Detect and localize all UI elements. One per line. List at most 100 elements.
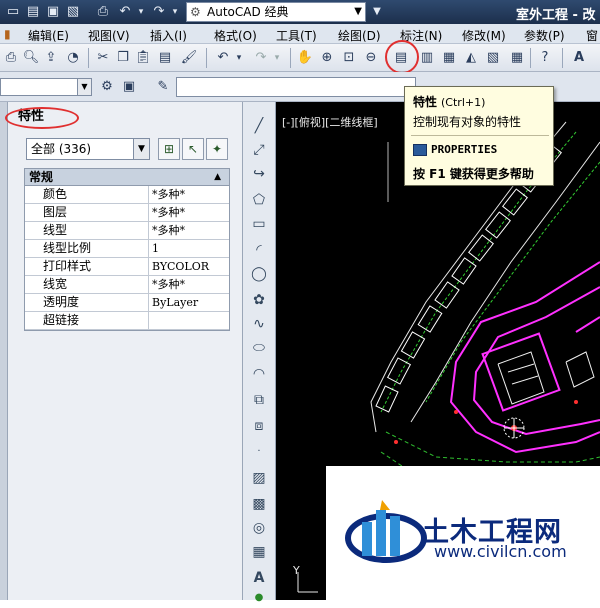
highlight-ellipse-title [5,107,79,129]
menu-tools[interactable]: 工具(T) [276,27,317,44]
zoom-window-icon[interactable]: ⊡ [340,49,358,67]
selection-dropdown[interactable]: 全部 (336) ▼ [26,138,150,160]
menu-view[interactable]: 视图(V) [88,27,130,44]
property-row-hyperlink[interactable]: 超链接 [25,312,229,330]
menu-edit[interactable]: 编辑(E) [28,27,69,44]
menu-modify[interactable]: 修改(M) [462,27,506,44]
insert-block-icon[interactable]: ⧉ [248,390,270,410]
toolbar-divider [290,48,291,68]
table-icon[interactable]: ▦ [248,542,270,562]
polygon-icon[interactable]: ⬠ [248,190,270,210]
gradient-icon[interactable]: ▩ [248,494,270,514]
markup-icon[interactable]: ▧ [484,49,502,67]
property-key: 线型比例 [25,240,149,257]
3d-dwf-icon[interactable]: ◔ [64,49,82,67]
property-row-linetype[interactable]: 线型 *多种* [25,222,229,240]
arc-icon[interactable]: ◜ [248,240,270,260]
property-value[interactable]: 1 [149,240,229,257]
undo-dropdown-icon[interactable]: ▾ [132,3,150,21]
make-block-icon[interactable]: ⧈ [248,416,270,436]
menu-parametric[interactable]: 参数(P) [524,27,565,44]
property-row-lineweight[interactable]: 线宽 *多种* [25,276,229,294]
property-row-linetype-scale[interactable]: 线型比例 1 [25,240,229,258]
redo-dropdown-icon[interactable]: ▾ [166,3,184,21]
region-icon[interactable]: ◎ [248,518,270,538]
property-value[interactable]: ByLayer [149,294,229,311]
layer-state-icon[interactable]: ▣ [120,78,138,96]
revision-cloud-icon[interactable]: ✿ [248,290,270,310]
redo-dropdown-icon[interactable]: ▾ [268,49,286,67]
viewport-controls-label[interactable]: [-][俯视][二维线框] [282,114,378,130]
print-icon[interactable]: ⎙ [94,3,112,21]
zoom-realtime-icon[interactable]: ⊕ [318,49,336,67]
plot-icon[interactable]: ⎙ [2,49,20,67]
menu-format[interactable]: 格式(O) [214,27,257,44]
property-value[interactable]: *多种* [149,204,229,221]
add-selected-icon[interactable]: ● [248,588,270,608]
point-icon[interactable]: · [248,442,270,462]
paste-icon[interactable]: 📋︎ [134,49,152,67]
match-properties-icon[interactable]: 🖌︎ [180,49,198,67]
workspace-select[interactable]: ⚙ AutoCAD 经典 ▼ [186,2,366,22]
select-objects-button[interactable]: ↖ [182,138,204,160]
publish-icon[interactable]: ⇪ [42,49,60,67]
watermark: 土木工程网 www.civilcn.com [326,466,600,600]
quick-select-button[interactable]: ✦ [206,138,228,160]
property-value[interactable]: *多种* [149,276,229,293]
zoom-previous-icon[interactable]: ⊖ [362,49,380,67]
text-style-icon[interactable]: A [570,49,588,67]
toggle-pickadd-button[interactable]: ⊞ [158,138,180,160]
multiline-text-icon[interactable]: A [248,568,270,588]
properties-tooltip: 特性 (Ctrl+1) 控制现有对象的特性 PROPERTIES 按 F1 键获得… [404,86,554,186]
rectangle-icon[interactable]: ▭ [248,214,270,234]
multiline-text-icon[interactable]: ✎ [154,78,172,96]
layer-manager-icon[interactable]: ⚙ [98,78,116,96]
menu-window[interactable]: 窗 [586,27,598,44]
undo-dropdown-icon[interactable]: ▾ [230,49,248,67]
tool-palettes-icon[interactable]: ▦ [440,49,458,67]
standard-toolbar: ⎙ 🔍︎ ⇪ ◔ ✂ ❐ 📋︎ ▤ 🖌︎ ↶ ▾ ↷ ▾ ✋ ⊕ ⊡ ⊖ ▤ ▥… [0,44,600,72]
menu-insert[interactable]: 插入(I) [150,27,187,44]
toolbar-input-field[interactable] [176,77,416,97]
quick-select-icon: ✦ [211,142,223,156]
pan-icon[interactable]: ✋ [296,49,314,67]
property-key: 超链接 [25,312,149,329]
open-icon[interactable]: ▤ [24,3,42,21]
circle-icon[interactable]: ◯ [248,264,270,284]
calculator-icon[interactable]: ▦ [508,49,526,67]
ellipse-arc-icon[interactable]: ◠ [248,364,270,384]
save-as-icon[interactable]: ▧ [64,3,82,21]
section-header-general[interactable]: 常规 ▲ [25,169,229,186]
property-row-color[interactable]: 颜色 *多种* [25,186,229,204]
line-icon[interactable]: ╱ [248,116,270,136]
property-row-layer[interactable]: 图层 *多种* [25,204,229,222]
customize-quick-access-icon[interactable]: ▼ [368,3,386,21]
design-center-icon[interactable]: ▥ [418,49,436,67]
tooltip-help: 按 F1 键获得更多帮助 [413,167,534,181]
property-value[interactable]: *多种* [149,186,229,203]
save-icon[interactable]: ▣ [44,3,62,21]
copy-icon[interactable]: ❐ [114,49,132,67]
menu-draw[interactable]: 绘图(D) [338,27,381,44]
polyline-icon[interactable]: ↪ [248,164,270,184]
property-row-plot-style[interactable]: 打印样式 BYCOLOR [25,258,229,276]
palette-title-strip[interactable] [0,102,8,600]
plot-preview-icon[interactable]: 🔍︎ [22,49,40,67]
property-value[interactable]: *多种* [149,222,229,239]
app-menu-icon[interactable]: ▮ [4,27,11,41]
ellipse-icon[interactable]: ⬭ [248,338,270,358]
toolbar-divider [562,48,563,68]
spline-icon[interactable]: ∿ [248,314,270,334]
property-value[interactable] [149,312,229,329]
help-icon[interactable]: ? [536,49,554,67]
layer-dropdown[interactable]: ▼ [0,78,92,96]
new-icon[interactable]: ▭ [4,3,22,21]
hatch-icon[interactable]: ▨ [248,468,270,488]
property-row-transparency[interactable]: 透明度 ByLayer [25,294,229,312]
property-value[interactable]: BYCOLOR [149,258,229,275]
construction-line-icon[interactable]: ⤢ [248,140,270,160]
cut-icon[interactable]: ✂ [94,49,112,67]
selection-label: 全部 (336) [31,142,92,156]
paste-block-icon[interactable]: ▤ [156,49,174,67]
sheet-set-icon[interactable]: ◭ [462,49,480,67]
